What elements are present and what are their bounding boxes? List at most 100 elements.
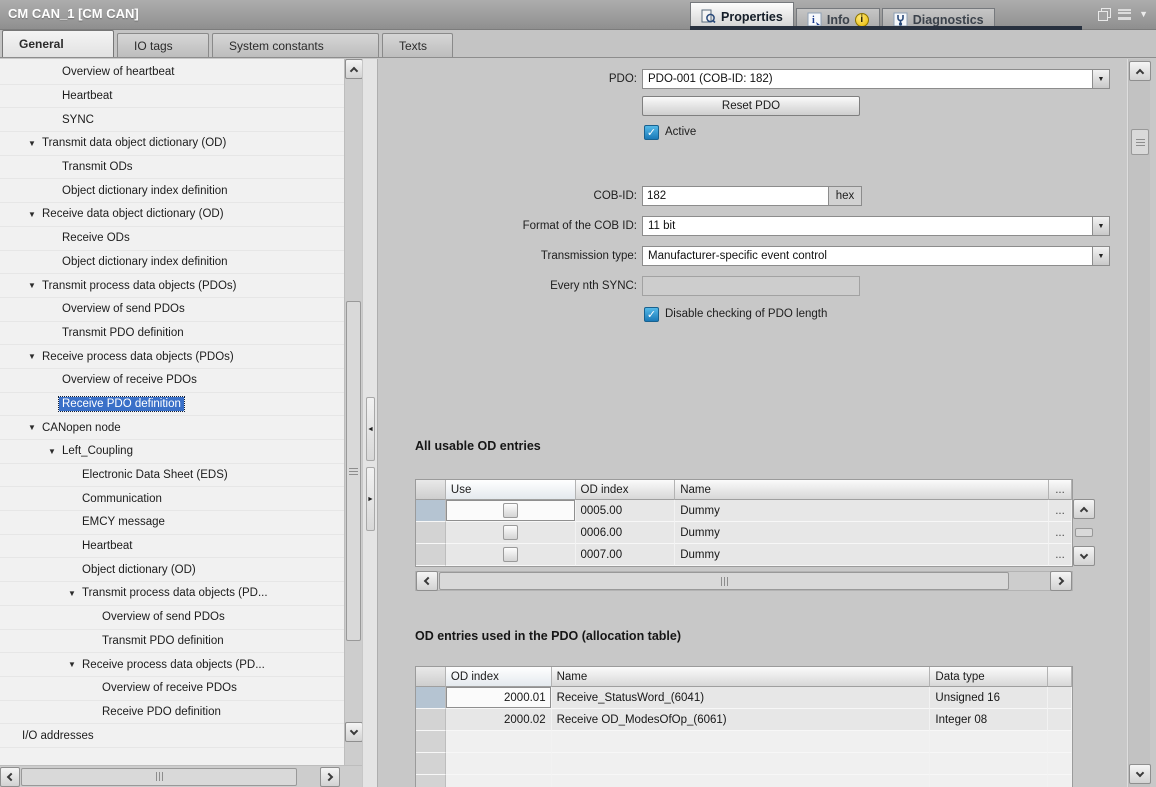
column-header-more[interactable]: ...	[1049, 480, 1072, 500]
scroll-left-button[interactable]	[416, 571, 438, 591]
tree-item[interactable]: ▼ Receive data object dictionary (OD)	[0, 203, 344, 227]
tree-item[interactable]: Electronic Data Sheet (EDS)	[0, 464, 344, 488]
tab-system-constants[interactable]: System constants	[212, 33, 379, 57]
tree-item[interactable]: Overview of receive PDOs	[0, 369, 344, 393]
column-header-name[interactable]: Name	[551, 667, 931, 687]
menu-arrow-icon[interactable]: ▼	[1139, 9, 1148, 19]
scroll-right-button[interactable]	[1050, 571, 1072, 591]
table-row[interactable]: 0005.00 Dummy...	[416, 500, 1072, 522]
tree-item[interactable]: Overview of send PDOs	[0, 606, 344, 630]
tree-item[interactable]: Receive ODs	[0, 227, 344, 251]
tree-collapse-icon[interactable]: ▼	[28, 210, 36, 219]
tab-general[interactable]: General	[2, 30, 114, 57]
row-selector[interactable]	[416, 522, 446, 544]
tree-collapse-icon[interactable]: ▼	[68, 589, 76, 598]
table-row[interactable]: 2000.02 Receive OD_ModesOfOp_(6061) Intege…	[416, 709, 1072, 731]
tree-item[interactable]: Object dictionary (OD)	[0, 558, 344, 583]
tree-item[interactable]: ▼ CANopen node	[0, 416, 344, 440]
tree-item[interactable]: Receive PDO definition	[0, 701, 344, 725]
name-cell[interactable]: Receive_StatusWord_(6041)	[551, 687, 931, 709]
usable-table-vscrollbar[interactable]	[1073, 499, 1095, 566]
column-header-od-index[interactable]: OD index	[445, 667, 552, 687]
row-selector[interactable]	[416, 544, 446, 566]
scroll-left-button[interactable]	[0, 766, 20, 787]
table-row-empty[interactable]	[416, 731, 1072, 753]
usable-table-scroll-thumb[interactable]	[1075, 528, 1093, 537]
tree-item[interactable]: Transmit PDO definition	[0, 630, 344, 654]
content-vertical-scrollbar[interactable]	[1128, 59, 1151, 787]
row-selector[interactable]	[416, 687, 446, 709]
use-checkbox[interactable]	[502, 503, 518, 518]
name-cell[interactable]: Dummy	[675, 522, 1050, 544]
tree-item[interactable]: Overview of heartbeat	[0, 61, 344, 85]
scroll-up-button[interactable]	[344, 59, 362, 79]
scroll-down-button[interactable]	[1073, 546, 1095, 566]
tree-scroll-thumb[interactable]	[346, 301, 361, 641]
tree-item[interactable]: ▼ Receive process data objects (PDOs)	[0, 345, 344, 369]
column-header-name[interactable]: Name	[675, 480, 1050, 500]
row-selector[interactable]	[416, 500, 446, 522]
active-checkbox[interactable]: ✓	[644, 124, 659, 140]
scroll-up-button[interactable]	[1128, 61, 1151, 81]
tree-collapse-icon[interactable]: ▼	[28, 139, 36, 148]
tab-texts[interactable]: Texts	[382, 33, 453, 57]
row-selector[interactable]	[416, 731, 446, 753]
use-checkbox[interactable]	[502, 525, 518, 540]
row-selector[interactable]	[416, 775, 446, 787]
tree-item[interactable]: SYNC	[0, 108, 344, 133]
transmission-select[interactable]: Manufacturer-specific event control ▼	[642, 246, 1110, 266]
reset-pdo-button[interactable]: Reset PDO	[642, 96, 860, 116]
tree-item[interactable]: Transmit PDO definition	[0, 322, 344, 346]
disable-pdo-length-checkbox[interactable]: ✓	[644, 306, 659, 322]
table-row-empty[interactable]	[416, 753, 1072, 775]
tree-item[interactable]: Overview of send PDOs	[0, 298, 344, 322]
more-cell[interactable]: ...	[1049, 544, 1072, 566]
name-cell[interactable]: Dummy	[675, 500, 1050, 522]
cob-id-input[interactable]	[642, 186, 829, 206]
tree-item[interactable]: Communication	[0, 487, 344, 512]
scroll-down-button[interactable]	[344, 722, 362, 742]
od-index-cell[interactable]: 0007.00	[575, 544, 676, 566]
tree-item[interactable]: ▼ Receive process data objects (PD...	[0, 653, 344, 677]
use-checkbox[interactable]	[502, 547, 518, 562]
use-cell[interactable]	[445, 500, 576, 522]
more-cell[interactable]: ...	[1049, 522, 1072, 544]
tree-item[interactable]: ▼ Left_Coupling	[0, 440, 344, 464]
tree-item[interactable]: Receive PDO definition	[0, 393, 344, 417]
collapse-left-button[interactable]: ◄	[366, 397, 375, 461]
tree-item[interactable]: Object dictionary index definition	[0, 179, 344, 204]
tree-item[interactable]: Transmit ODs	[0, 156, 344, 180]
content-scroll-thumb[interactable]	[1131, 129, 1149, 155]
column-header-use[interactable]: Use	[445, 480, 576, 500]
usable-table-hscrollbar[interactable]	[415, 571, 1073, 591]
table-row-empty[interactable]	[416, 775, 1072, 787]
pdo-select[interactable]: PDO-001 (COB-ID: 182) ▼	[642, 69, 1110, 89]
list-icon[interactable]	[1118, 8, 1132, 20]
tree-item[interactable]: EMCY message	[0, 511, 344, 535]
tree-item[interactable]: Heartbeat	[0, 85, 344, 109]
column-header-data-type[interactable]: Data type	[930, 667, 1049, 687]
tree-vertical-scrollbar[interactable]	[344, 59, 362, 765]
name-cell[interactable]: Dummy	[675, 544, 1050, 566]
tree-horizontal-scrollbar[interactable]	[0, 765, 362, 787]
tree-collapse-icon[interactable]: ▼	[28, 352, 36, 361]
data-type-cell[interactable]: Integer 08	[930, 709, 1049, 731]
tab-io-tags[interactable]: IO tags	[117, 33, 209, 57]
tree-item[interactable]: ▼ Transmit data object dictionary (OD)	[0, 132, 344, 156]
tree-hscroll-thumb[interactable]	[21, 767, 297, 786]
use-cell[interactable]	[445, 522, 576, 544]
tree-collapse-icon[interactable]: ▼	[28, 423, 36, 432]
table-row[interactable]: 2000.01 Receive_StatusWord_(6041) Unsigned…	[416, 687, 1072, 709]
scroll-up-button[interactable]	[1073, 499, 1095, 519]
od-index-cell[interactable]: 0006.00	[575, 522, 676, 544]
tree-item[interactable]: Overview of receive PDOs	[0, 677, 344, 701]
panel-splitter[interactable]: ◄ ►	[362, 59, 378, 787]
more-cell[interactable]: ...	[1049, 500, 1072, 522]
dropdown-arrow-icon[interactable]: ▼	[1092, 217, 1109, 235]
od-index-cell[interactable]: 2000.02	[445, 709, 552, 731]
tree-item[interactable]: ▼ Transmit process data objects (PD...	[0, 582, 344, 606]
format-select[interactable]: 11 bit ▼	[642, 216, 1110, 236]
use-cell[interactable]	[445, 544, 576, 566]
od-index-cell[interactable]: 0005.00	[575, 500, 676, 522]
tree-item[interactable]: I/O addresses	[0, 724, 344, 748]
